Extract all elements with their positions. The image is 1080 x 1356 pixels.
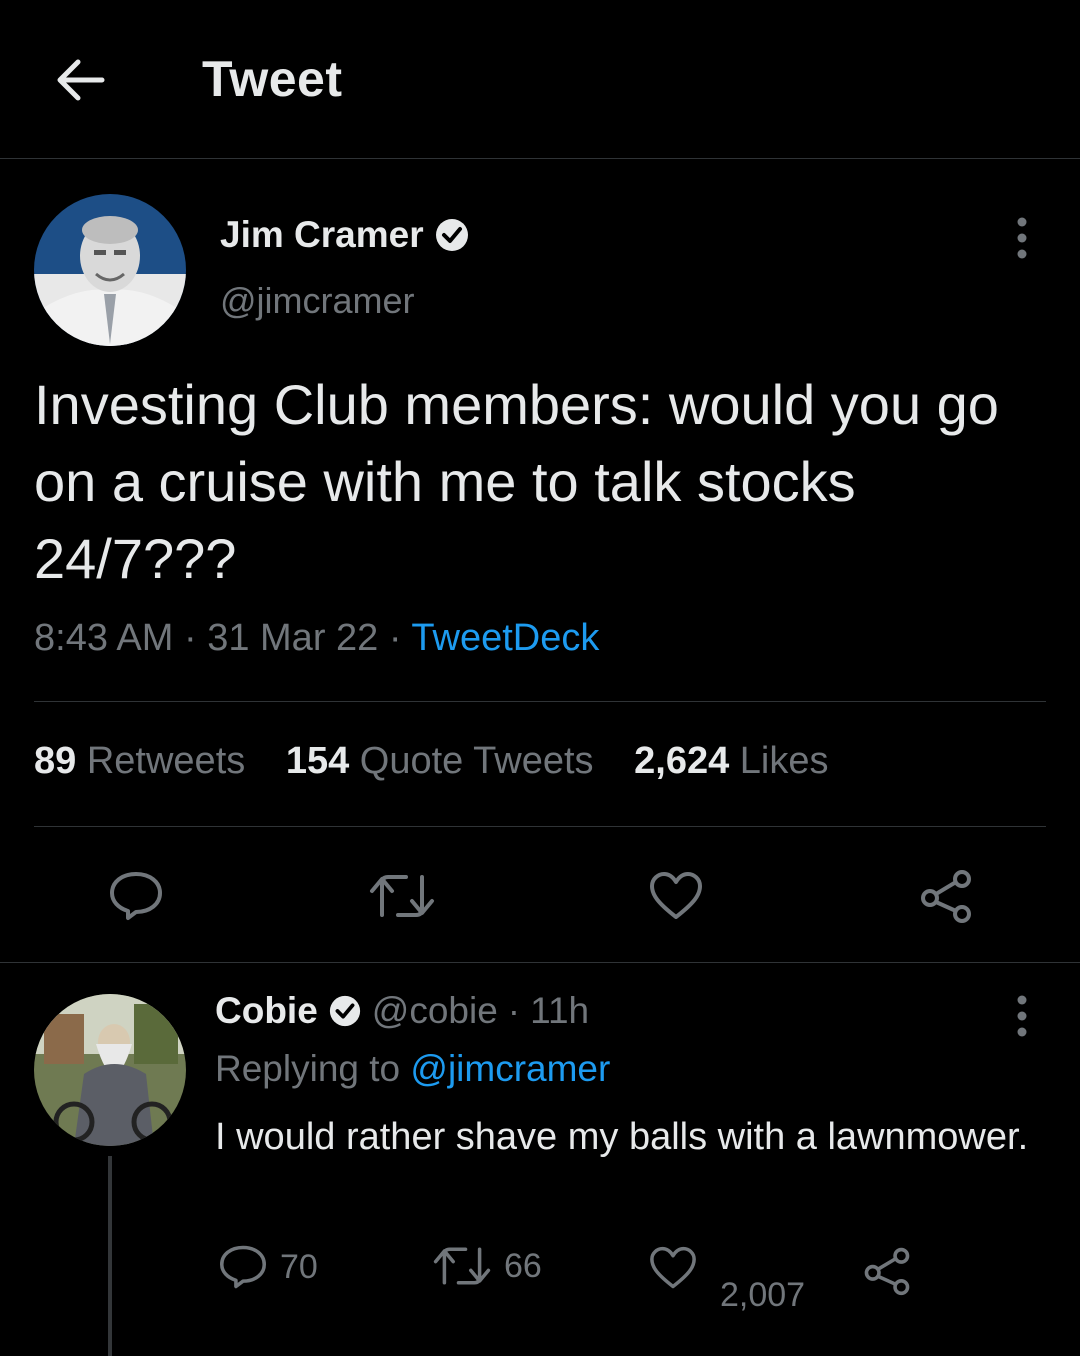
avatar-image — [34, 194, 186, 346]
divider — [34, 826, 1046, 827]
retweet-icon — [370, 875, 434, 917]
reply-text: I would rather shave my balls with a law… — [215, 1116, 1029, 1158]
reply-likes-count: 2,007 — [720, 1276, 806, 1314]
tweet-source-link[interactable]: TweetDeck — [411, 617, 599, 659]
divider — [34, 701, 1046, 702]
avatar[interactable] — [34, 194, 186, 346]
likes-label: Likes — [739, 740, 829, 782]
reply-like-button[interactable] — [648, 1246, 698, 1290]
author-name-text: Jim Cramer — [220, 214, 424, 255]
thread-line — [108, 1156, 112, 1356]
retweets-label: Retweets — [86, 740, 246, 782]
quotes-count: 154 — [285, 740, 350, 782]
more-dots-icon — [1017, 995, 1027, 1037]
replying-to: Replying to @jimcramer — [215, 1048, 610, 1090]
arrow-left-icon — [57, 59, 105, 101]
reply-avatar-image — [34, 994, 186, 1146]
reply-more-options-button[interactable] — [1000, 994, 1044, 1038]
likes-stat[interactable]: 2,624 Likes — [634, 740, 828, 782]
reply-replies-count: 70 — [280, 1247, 318, 1286]
share-button[interactable] — [910, 866, 982, 926]
heart-icon — [650, 872, 702, 919]
reply-separator: · — [507, 990, 521, 1031]
reply-header: Cobie @cobie · 11h — [215, 990, 589, 1032]
reply-author-name[interactable]: Cobie — [215, 990, 318, 1032]
tweet-date: 31 Mar 22 — [207, 617, 379, 659]
quote-tweets-stat[interactable]: 154 Quote Tweets — [286, 740, 594, 782]
replying-to-mention[interactable]: @jimcramer — [410, 1048, 610, 1089]
meta-separator: · — [183, 617, 197, 659]
likes-count: 2,624 — [634, 740, 730, 782]
tweet-meta: 8:43 AM · 31 Mar 22 · TweetDeck — [34, 617, 599, 660]
reply-button[interactable] — [100, 866, 172, 926]
author-handle[interactable]: @jimcramer — [220, 280, 415, 322]
reply-icon — [220, 1245, 266, 1289]
reply-time[interactable]: 11h — [530, 990, 589, 1032]
reply-retweets-count: 66 — [504, 1246, 542, 1285]
reply-author-handle[interactable]: @cobie — [372, 990, 498, 1032]
meta-separator: · — [388, 617, 402, 659]
tweet-stats: 89 Retweets 154 Quote Tweets 2,624 Likes — [34, 740, 859, 783]
back-button[interactable] — [52, 52, 108, 108]
share-icon — [921, 870, 971, 923]
top-bar — [0, 0, 1080, 159]
retweets-stat[interactable]: 89 Retweets — [34, 740, 245, 782]
more-dots-icon — [1017, 217, 1027, 259]
retweet-icon — [433, 1247, 491, 1285]
replying-prefix: Replying to — [215, 1048, 401, 1089]
share-icon — [864, 1247, 910, 1296]
page-title: Tweet — [202, 51, 343, 107]
tweet-text: Investing Club members: would you go on … — [34, 373, 999, 590]
retweet-button[interactable] — [366, 866, 438, 926]
quotes-label: Quote Tweets — [359, 740, 594, 782]
heart-icon — [650, 1246, 696, 1289]
divider — [0, 962, 1080, 963]
verified-badge-icon — [435, 219, 468, 251]
more-options-button[interactable] — [1000, 216, 1044, 260]
reply-retweet-button[interactable]: 66 — [432, 1244, 542, 1288]
reply-share-button[interactable] — [862, 1246, 912, 1296]
retweets-count: 89 — [34, 740, 77, 782]
like-button[interactable] — [640, 866, 712, 926]
author-name[interactable]: Jim Cramer — [220, 214, 470, 256]
verified-badge-icon — [329, 995, 360, 1027]
reply-avatar[interactable] — [34, 994, 186, 1146]
tweet-time: 8:43 AM — [34, 617, 174, 659]
reply-icon — [110, 872, 162, 920]
reply-reply-button[interactable]: 70 — [218, 1244, 318, 1290]
